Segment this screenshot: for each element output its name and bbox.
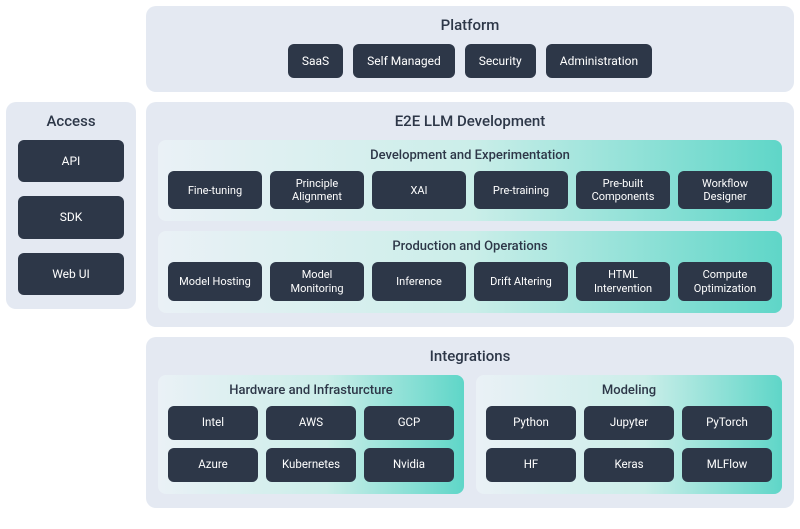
hardware-items: Intel AWS GCP Azure Kubernetes Nvidia xyxy=(168,406,454,482)
access-column: Access API SDK Web UI xyxy=(6,6,136,508)
prod-subpanel: Production and Operations Model Hosting … xyxy=(158,231,782,312)
modeling-items: Python Jupyter PyTorch HF Keras MLFlow xyxy=(486,406,772,482)
prod-title: Production and Operations xyxy=(168,239,772,254)
prod-items: Model Hosting Model Monitoring Inference… xyxy=(168,262,772,300)
dev-subpanel: Development and Experimentation Fine-tun… xyxy=(158,140,782,221)
access-title: Access xyxy=(18,112,124,130)
e2e-panel: E2E LLM Development Development and Expe… xyxy=(146,102,794,327)
hardware-title: Hardware and Infrasturcture xyxy=(168,383,454,398)
prod-item-inference: Inference xyxy=(372,262,466,300)
mdl-item-hf: HF xyxy=(486,448,576,482)
platform-item-saas: SaaS xyxy=(288,44,343,78)
hw-item-nvidia: Nvidia xyxy=(364,448,454,482)
dev-item-xai: XAI xyxy=(372,171,466,209)
prod-item-compute-opt: Compute Optimization xyxy=(678,262,772,300)
hw-item-kubernetes: Kubernetes xyxy=(266,448,356,482)
platform-panel: Platform SaaS Self Managed Security Admi… xyxy=(146,6,794,92)
mdl-item-jupyter: Jupyter xyxy=(584,406,674,440)
platform-item-admin: Administration xyxy=(546,44,652,78)
dev-items: Fine-tuning Principle Alignment XAI Pre-… xyxy=(168,171,772,209)
prod-item-html-intervention: HTML Intervention xyxy=(576,262,670,300)
access-item-webui: Web UI xyxy=(18,253,124,295)
dev-item-prebuilt: Pre-built Components xyxy=(576,171,670,209)
integrations-body: Hardware and Infrasturcture Intel AWS GC… xyxy=(158,375,782,494)
hw-item-azure: Azure xyxy=(168,448,258,482)
access-item-sdk: SDK xyxy=(18,196,124,238)
hw-item-intel: Intel xyxy=(168,406,258,440)
mdl-item-keras: Keras xyxy=(584,448,674,482)
modeling-subpanel: Modeling Python Jupyter PyTorch HF Keras… xyxy=(476,375,782,494)
mdl-item-pytorch: PyTorch xyxy=(682,406,772,440)
access-item-api: API xyxy=(18,140,124,182)
prod-item-hosting: Model Hosting xyxy=(168,262,262,300)
platform-title: Platform xyxy=(158,16,782,34)
mdl-item-mlflow: MLFlow xyxy=(682,448,772,482)
mdl-item-python: Python xyxy=(486,406,576,440)
dev-item-finetuning: Fine-tuning xyxy=(168,171,262,209)
platform-items: SaaS Self Managed Security Administratio… xyxy=(158,44,782,78)
access-items: API SDK Web UI xyxy=(18,140,124,295)
e2e-title: E2E LLM Development xyxy=(158,112,782,130)
hw-item-gcp: GCP xyxy=(364,406,454,440)
dev-item-principle-alignment: Principle Alignment xyxy=(270,171,364,209)
main-column: Platform SaaS Self Managed Security Admi… xyxy=(146,6,794,508)
hardware-subpanel: Hardware and Infrasturcture Intel AWS GC… xyxy=(158,375,464,494)
prod-item-drift: Drift Altering xyxy=(474,262,568,300)
dev-item-workflow-designer: Workflow Designer xyxy=(678,171,772,209)
dev-title: Development and Experimentation xyxy=(168,148,772,163)
modeling-title: Modeling xyxy=(486,383,772,398)
dev-item-pretraining: Pre-training xyxy=(474,171,568,209)
integrations-title: Integrations xyxy=(158,347,782,365)
diagram-root: Access API SDK Web UI Platform SaaS Self… xyxy=(6,6,794,508)
platform-item-selfmanaged: Self Managed xyxy=(353,44,455,78)
access-panel: Access API SDK Web UI xyxy=(6,102,136,309)
integrations-panel: Integrations Hardware and Infrasturcture… xyxy=(146,337,794,508)
hw-item-aws: AWS xyxy=(266,406,356,440)
platform-item-security: Security xyxy=(465,44,536,78)
prod-item-monitoring: Model Monitoring xyxy=(270,262,364,300)
